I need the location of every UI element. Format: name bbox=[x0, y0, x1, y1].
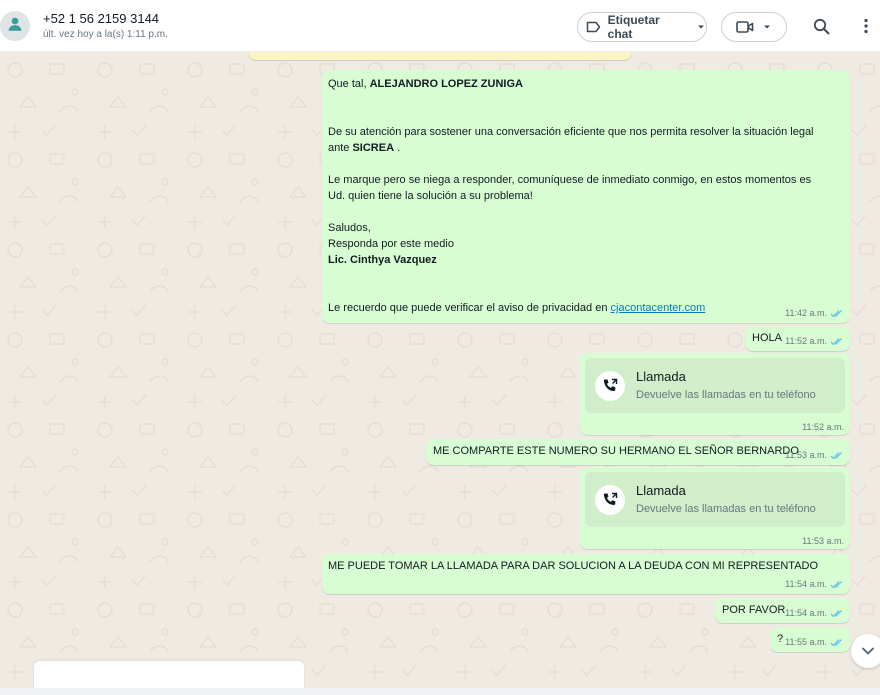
message-text: HOLA bbox=[752, 332, 782, 344]
double-check-icon bbox=[830, 638, 844, 647]
previous-message-bubble bbox=[248, 52, 632, 60]
double-check-icon bbox=[830, 309, 844, 318]
call-card[interactable]: Llamada Devuelve las llamadas en tu telé… bbox=[585, 358, 845, 413]
call-title: Llamada bbox=[636, 483, 686, 498]
chevron-down-icon bbox=[696, 22, 706, 32]
message-text: Responda por este medio bbox=[328, 238, 454, 250]
signature: Lic. Cinthya Vazquez bbox=[328, 254, 437, 266]
search-button[interactable] bbox=[809, 14, 833, 38]
double-check-icon bbox=[830, 451, 844, 460]
call-subtitle: Devuelve las llamadas en tu teléfono bbox=[636, 503, 816, 515]
call-message[interactable]: Llamada Devuelve las llamadas en tu telé… bbox=[580, 353, 850, 435]
phone-call-icon bbox=[595, 371, 625, 401]
message-text: ME COMPARTE ESTE NUMERO SU HERMANO EL SE… bbox=[433, 445, 799, 457]
chat-header: +52 1 56 2159 3144 últ. vez hoy a la(s) … bbox=[0, 0, 880, 52]
message-time: 11:42 a.m. bbox=[785, 308, 827, 318]
message-meta: 11:42 a.m. bbox=[785, 305, 844, 321]
message-bubble[interactable]: ME PUEDE TOMAR LA LLAMADA PARA DAR SOLUC… bbox=[322, 554, 850, 594]
chevron-down-icon bbox=[762, 22, 772, 32]
message-text: ? bbox=[777, 633, 784, 645]
privacy-link[interactable]: cjacontacenter.com bbox=[611, 302, 706, 314]
label-chat-text: Etiquetar chat bbox=[607, 13, 660, 41]
double-check-icon bbox=[830, 580, 844, 589]
video-call-button[interactable] bbox=[721, 12, 787, 42]
message-bubble[interactable]: ME COMPARTE ESTE NUMERO SU HERMANO EL SE… bbox=[426, 439, 850, 465]
chevron-down-icon bbox=[861, 646, 875, 656]
message-text: ME PUEDE TOMAR LA LLAMADA PARA DAR SOLUC… bbox=[328, 560, 819, 572]
phone-call-icon bbox=[595, 485, 625, 515]
double-check-icon bbox=[830, 609, 844, 618]
message-text: POR FAVOR bbox=[722, 604, 786, 616]
scroll-to-bottom-button[interactable] bbox=[851, 634, 880, 668]
message-time: 11:52 a.m. bbox=[785, 336, 827, 346]
call-title: Llamada bbox=[636, 369, 686, 384]
contact-name[interactable]: +52 1 56 2159 3144 bbox=[43, 11, 159, 26]
contact-avatar[interactable] bbox=[0, 11, 30, 41]
message-time: 11:54 a.m. bbox=[785, 608, 827, 618]
message-text: Que tal, bbox=[328, 78, 370, 90]
message-text: Le recuerdo que puede verificar el aviso… bbox=[328, 302, 611, 314]
call-card[interactable]: Llamada Devuelve las llamadas en tu telé… bbox=[585, 472, 845, 527]
company-name: SICREA bbox=[352, 142, 395, 154]
double-check-icon bbox=[830, 337, 844, 346]
video-call-icon bbox=[736, 20, 754, 34]
message-meta: 11:52 a.m. bbox=[785, 333, 844, 349]
message-bubble[interactable]: POR FAVOR 11:54 a.m. bbox=[715, 598, 850, 623]
message-text: Le marque pero se niega a responder, com… bbox=[328, 174, 812, 186]
message-bubble[interactable]: HOLA 11:52 a.m. bbox=[745, 326, 850, 351]
message-meta: 11:52 a.m. bbox=[802, 422, 844, 432]
message-time: 11:54 a.m. bbox=[785, 579, 827, 589]
call-message[interactable]: Llamada Devuelve las llamadas en tu telé… bbox=[580, 467, 850, 549]
search-icon bbox=[813, 18, 830, 35]
message-text: Ud. quien tiene la solución a su problem… bbox=[328, 190, 533, 202]
message-time: 11:52 a.m. bbox=[802, 422, 844, 432]
message-text: ante bbox=[328, 142, 353, 154]
footer-strip bbox=[0, 688, 880, 695]
message-text: . bbox=[394, 142, 401, 154]
message-bubble[interactable]: Que tal, ALEJANDRO LOPEZ ZUNIGA De su at… bbox=[322, 70, 850, 323]
message-meta: 11:54 a.m. bbox=[785, 576, 844, 592]
message-bubble[interactable]: ? 11:55 a.m. bbox=[770, 627, 850, 652]
message-text: Saludos, bbox=[328, 222, 371, 234]
conversation-panel[interactable]: Que tal, ALEJANDRO LOPEZ ZUNIGA De su at… bbox=[0, 52, 880, 695]
message-meta: 11:53 a.m. bbox=[785, 447, 844, 463]
message-time: 11:53 a.m. bbox=[785, 450, 827, 460]
message-time: 11:55 a.m. bbox=[785, 637, 827, 647]
person-icon bbox=[6, 15, 24, 38]
label-icon bbox=[586, 21, 602, 33]
message-meta: 11:55 a.m. bbox=[785, 634, 844, 650]
label-chat-button[interactable]: Etiquetar chat bbox=[577, 12, 707, 42]
recipient-name: ALEJANDRO LOPEZ ZUNIGA bbox=[369, 78, 523, 90]
message-text: De su atención para sostener una convers… bbox=[328, 126, 814, 138]
message-time: 11:53 a.m. bbox=[802, 536, 844, 546]
call-subtitle: Devuelve las llamadas en tu teléfono bbox=[636, 389, 816, 401]
more-vertical-icon bbox=[863, 18, 869, 34]
message-meta: 11:54 a.m. bbox=[785, 605, 844, 621]
message-meta: 11:53 a.m. bbox=[802, 536, 844, 546]
menu-button[interactable] bbox=[854, 14, 878, 38]
last-seen-status: últ. vez hoy a la(s) 1:11 p.m. bbox=[43, 29, 168, 40]
